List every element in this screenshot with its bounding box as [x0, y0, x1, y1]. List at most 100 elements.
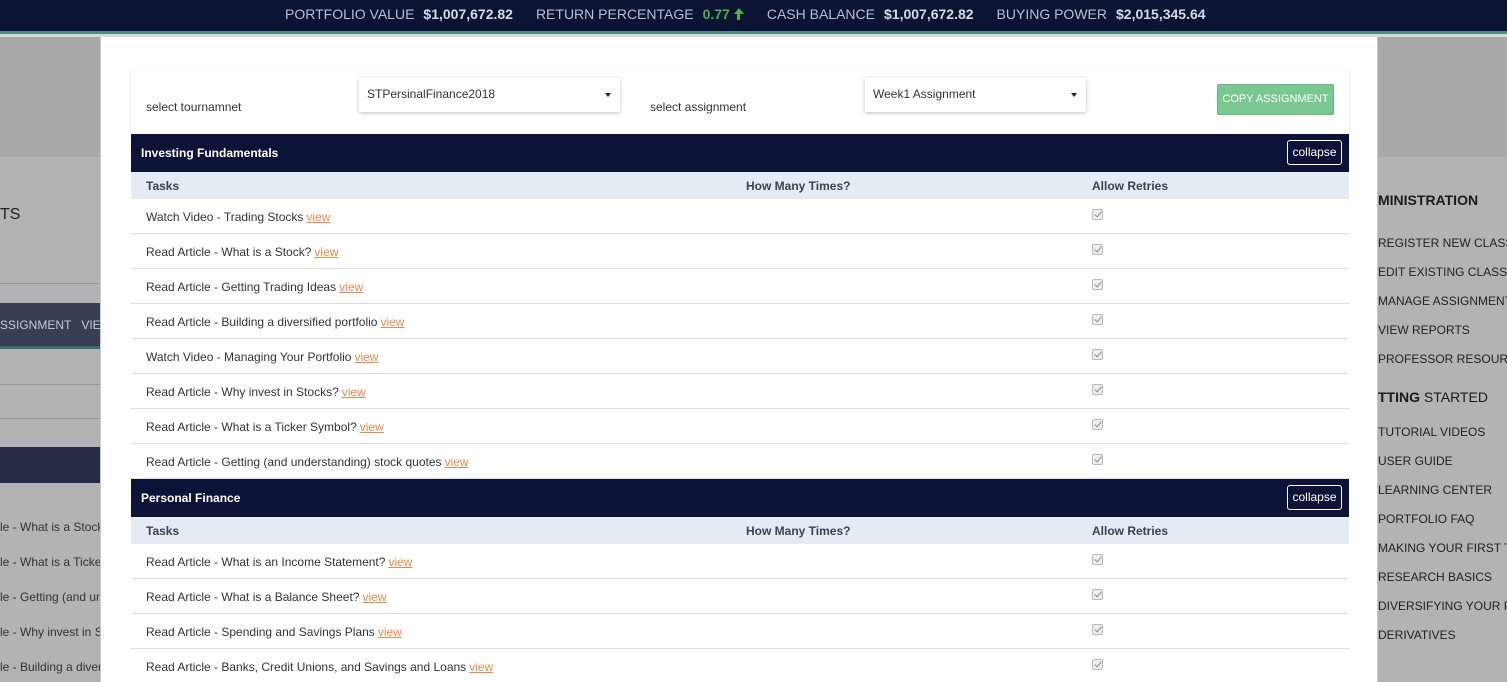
task-cell: Watch Video - Trading Stocks view: [146, 210, 330, 224]
view-link[interactable]: view: [314, 245, 338, 259]
section-title: Personal Finance: [141, 491, 241, 505]
view-link[interactable]: view: [380, 315, 404, 329]
table-row: Read Article - What is an Income Stateme…: [131, 544, 1349, 579]
view-link[interactable]: view: [339, 280, 363, 294]
allow-retries-checkbox[interactable]: [1092, 624, 1103, 635]
table-row: Read Article - Spending and Savings Plan…: [131, 614, 1349, 649]
heading-rest: STARTED: [1420, 389, 1488, 405]
column-header-retries: Allow Retries: [1092, 524, 1169, 538]
stat-portfolio-value: PORTFOLIO VALUE $1,007,672.82: [285, 6, 513, 22]
task-cell: Read Article - Getting Trading Ideas view: [146, 280, 363, 294]
section-title: Investing Fundamentals: [141, 146, 279, 160]
stat-value: 0.77: [702, 5, 730, 22]
table-row: Read Article - What is a Stock? view: [131, 234, 1349, 269]
list-item: le - What is a Ticke: [0, 555, 100, 569]
allow-retries-checkbox[interactable]: [1092, 384, 1103, 395]
assignment-label: select assignment: [650, 100, 747, 114]
nav-item-view[interactable]: VIE: [81, 318, 100, 332]
sidebar-link[interactable]: MAKING YOUR FIRST TR: [1378, 534, 1507, 563]
getting-started-heading: TTING STARTED: [1378, 382, 1507, 418]
sidebar-link[interactable]: PROFESSOR RESOURCES: [1378, 345, 1507, 374]
section-header: Investing Fundamentals collapse: [131, 134, 1349, 172]
task-name: Read Article - What is a Stock?: [146, 245, 312, 259]
task-name: Read Article - What is an Income Stateme…: [146, 555, 386, 569]
view-link[interactable]: view: [354, 350, 378, 364]
view-link[interactable]: view: [342, 385, 366, 399]
portfolio-stats: PORTFOLIO VALUE $1,007,672.82 RETURN PER…: [285, 0, 1229, 27]
divider: [0, 418, 100, 419]
tournament-label: select tournamnet: [146, 100, 242, 114]
sidebar-link[interactable]: MANAGE ASSIGNMENTS: [1378, 287, 1507, 316]
column-header-times: How Many Times?: [746, 524, 851, 538]
arrow-up-icon: [733, 7, 744, 20]
sidebar-link[interactable]: RESEARCH BASICS: [1378, 563, 1507, 592]
stat-label: BUYING POWER: [996, 5, 1107, 22]
view-link[interactable]: view: [378, 625, 402, 639]
allow-retries-checkbox[interactable]: [1092, 454, 1103, 465]
sidebar-link[interactable]: EDIT EXISTING CLASS: [1378, 258, 1507, 287]
view-link[interactable]: view: [445, 455, 469, 469]
caret-down-icon: [1071, 93, 1077, 97]
list-item: le - What is a Stock: [0, 520, 100, 534]
stat-value: $2,015,345.64: [1116, 5, 1206, 22]
sidebar-link[interactable]: USER GUIDE: [1378, 447, 1507, 476]
nav-item-assignment[interactable]: SSIGNMENT: [0, 318, 71, 332]
task-name: Read Article - What is a Ticker Symbol?: [146, 420, 357, 434]
sidebar-link[interactable]: VIEW REPORTS: [1378, 316, 1507, 345]
stat-label: RETURN PERCENTAGE: [535, 5, 694, 22]
task-cell: Read Article - Banks, Credit Unions, and…: [146, 660, 493, 674]
task-name: Read Article - Building a diversified po…: [146, 315, 378, 329]
collapse-button[interactable]: collapse: [1287, 140, 1342, 165]
table-row: Read Article - Getting Trading Ideas view: [131, 269, 1349, 304]
view-link[interactable]: view: [469, 660, 493, 674]
sidebar-link[interactable]: LEARNING CENTER: [1378, 476, 1507, 505]
divider: [0, 384, 100, 385]
view-link[interactable]: view: [360, 420, 384, 434]
background-nav: SSIGNMENT VIE: [0, 303, 100, 349]
table-header: Tasks How Many Times? Allow Retries: [131, 517, 1349, 544]
table-header: Tasks How Many Times? Allow Retries: [131, 172, 1349, 199]
view-link[interactable]: view: [306, 210, 330, 224]
column-header-retries: Allow Retries: [1092, 179, 1169, 193]
table-row: Read Article - What is a Balance Sheet? v…: [131, 579, 1349, 614]
background-right-sidebar: MINISTRATION REGISTER NEW CLASS EDIT EXI…: [1378, 185, 1507, 650]
allow-retries-checkbox[interactable]: [1092, 314, 1103, 325]
task-cell: Read Article - Why invest in Stocks? view: [146, 385, 366, 399]
view-link[interactable]: view: [388, 555, 412, 569]
allow-retries-checkbox[interactable]: [1092, 349, 1103, 360]
task-cell: Read Article - Getting (and understandin…: [146, 455, 469, 469]
copy-assignment-button[interactable]: COPY ASSIGNMENT: [1217, 84, 1334, 115]
task-cell: Watch Video - Managing Your Portfolio vie…: [146, 350, 378, 364]
sidebar-link[interactable]: PORTFOLIO FAQ: [1378, 505, 1507, 534]
task-name: Read Article - What is a Balance Sheet?: [146, 590, 360, 604]
sidebar-link[interactable]: DERIVATIVES: [1378, 621, 1507, 650]
background-section-header: [0, 447, 100, 483]
assignment-select[interactable]: Week1 Assignment: [865, 78, 1086, 112]
table-row: Read Article - Banks, Credit Unions, and…: [131, 649, 1349, 682]
view-link[interactable]: view: [362, 590, 386, 604]
allow-retries-checkbox[interactable]: [1092, 554, 1103, 565]
allow-retries-checkbox[interactable]: [1092, 279, 1103, 290]
task-cell: Read Article - What is a Ticker Symbol? v…: [146, 420, 384, 434]
allow-retries-checkbox[interactable]: [1092, 244, 1103, 255]
allow-retries-checkbox[interactable]: [1092, 209, 1103, 220]
top-stats-bar: PORTFOLIO VALUE $1,007,672.82 RETURN PER…: [0, 0, 1507, 34]
task-cell: Read Article - What is a Balance Sheet? v…: [146, 590, 386, 604]
collapse-button[interactable]: collapse: [1287, 485, 1342, 510]
task-cell: Read Article - What is an Income Stateme…: [146, 555, 412, 569]
table-row: Read Article - Building a diversified po…: [131, 304, 1349, 339]
allow-retries-checkbox[interactable]: [1092, 419, 1103, 430]
allow-retries-checkbox[interactable]: [1092, 659, 1103, 670]
sidebar-link[interactable]: TUTORIAL VIDEOS: [1378, 418, 1507, 447]
list-item: le - Building a diver: [0, 660, 100, 674]
stat-cash-balance: CASH BALANCE $1,007,672.82: [767, 6, 974, 22]
allow-retries-checkbox[interactable]: [1092, 589, 1103, 600]
caret-down-icon: [605, 93, 611, 97]
tournament-select[interactable]: STPersinalFinance2018: [359, 78, 620, 112]
task-name: Watch Video - Managing Your Portfolio: [146, 350, 352, 364]
table-row: Watch Video - Managing Your Portfolio vie…: [131, 339, 1349, 374]
sidebar-link[interactable]: REGISTER NEW CLASS: [1378, 229, 1507, 258]
divider: [0, 283, 100, 284]
sidebar-link[interactable]: DIVERSIFYING YOUR PO: [1378, 592, 1507, 621]
column-header-tasks: Tasks: [146, 524, 180, 538]
